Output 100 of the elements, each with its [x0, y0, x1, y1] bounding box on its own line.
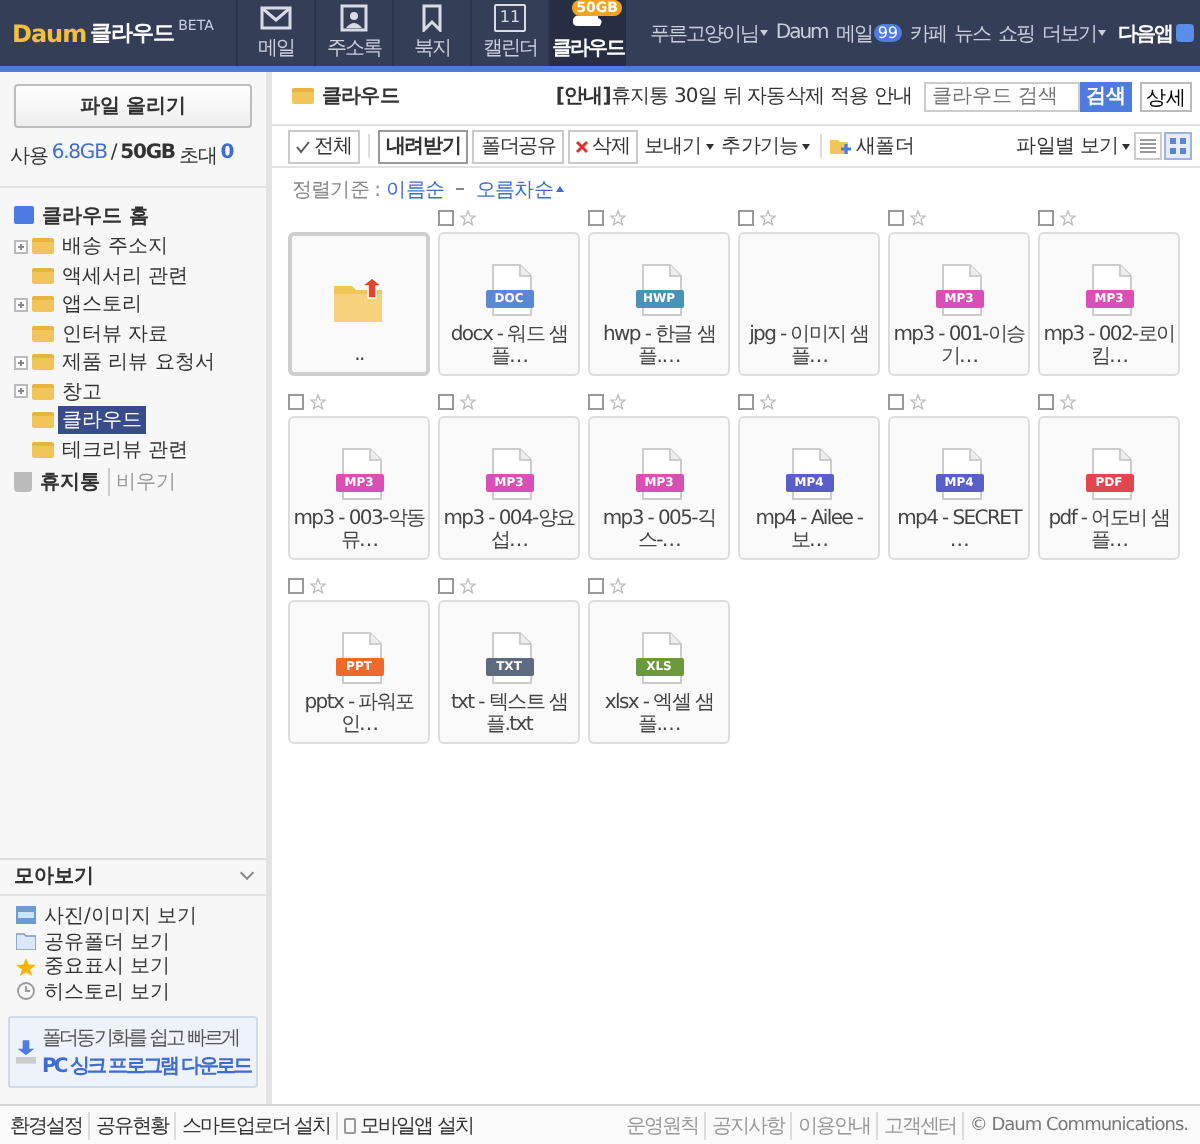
header-link[interactable]: 더보기 [1042, 19, 1106, 47]
star-icon[interactable] [910, 210, 926, 226]
star-icon[interactable] [310, 394, 326, 410]
star-icon[interactable] [760, 394, 776, 410]
checkbox[interactable] [438, 578, 454, 594]
total-storage: 50GB [120, 142, 175, 168]
share-folder-button[interactable]: 폴더공유 [472, 129, 565, 163]
footer-link[interactable]: 공유현황 [88, 1111, 174, 1139]
tree-item[interactable]: 휴지통 [40, 468, 100, 496]
detail-search-button[interactable]: 상세 [1140, 81, 1192, 111]
checkbox[interactable] [588, 578, 604, 594]
checkbox[interactable] [738, 394, 754, 410]
expand-icon[interactable] [14, 239, 28, 254]
invite-label: 초대 [178, 144, 217, 170]
tree-item[interactable]: 클라우드 [58, 406, 146, 435]
delete-button[interactable]: 삭제 [568, 129, 638, 163]
tree-item[interactable]: 배송 주소지 [58, 232, 173, 261]
dropdown-menu[interactable]: 추가기능 [719, 132, 813, 160]
tree-item[interactable]: 창고 [58, 377, 106, 406]
checkbox[interactable] [738, 210, 754, 226]
collection-link[interactable]: 사진/이미지 보기 [44, 901, 198, 930]
header-link[interactable]: 메일 99 [835, 19, 902, 47]
calendar-icon: 11 [494, 4, 526, 32]
app-link[interactable]: 다음앱 [1118, 19, 1194, 47]
star-icon[interactable] [1060, 394, 1076, 410]
notice-link[interactable]: [안내]휴지통 30일 뒤 자동삭제 적용 안내 [555, 82, 912, 110]
star-icon[interactable] [460, 210, 476, 226]
expand-icon[interactable] [14, 297, 28, 312]
close-icon [576, 137, 589, 155]
sort-option[interactable]: 이름순 [386, 175, 444, 203]
user-menu[interactable]: 푸른고양이님 [649, 19, 768, 47]
checkbox[interactable] [1038, 210, 1054, 226]
tree-item[interactable]: 제품 리뷰 요청서 [58, 348, 219, 377]
file-name: docx - 워드 샘플… [448, 324, 570, 368]
tree-item[interactable]: 인터뷰 자료 [58, 319, 173, 348]
checkbox[interactable] [1038, 394, 1054, 410]
star-icon[interactable] [610, 394, 626, 410]
header-link[interactable]: 쇼핑 [998, 19, 1034, 47]
star-icon[interactable] [910, 394, 926, 410]
expand-icon[interactable] [14, 355, 28, 370]
checkbox[interactable] [438, 210, 454, 226]
dropdown-menu[interactable]: 보내기 [641, 132, 716, 160]
file-name: mp4 - Ailee - 보… [753, 508, 865, 552]
checkbox[interactable] [288, 578, 304, 594]
checkbox[interactable] [588, 210, 604, 226]
contact-card-icon [338, 4, 370, 32]
search-button[interactable]: 검색 [1080, 81, 1132, 111]
file-name: jpg - 이미지 샘플… [747, 324, 871, 368]
trash-icon [14, 472, 32, 492]
tree-item[interactable]: 테크리뷰 관련 [58, 435, 193, 464]
view-toggle[interactable] [1164, 132, 1192, 160]
file-card[interactable]: jpg - 이미지 샘플… [738, 232, 880, 376]
file-name: mp3 - 004-양요섭… [442, 508, 576, 552]
folder-up-icon [333, 278, 385, 322]
collection-header[interactable]: 모아보기 [0, 859, 266, 896]
folder-icon [32, 296, 54, 313]
star-icon[interactable] [610, 578, 626, 594]
download-banner[interactable]: 폴더동기화를 쉽고 빠르게 PC 싱크 프로그램 다운로드 [8, 1016, 258, 1088]
new-folder-button[interactable]: 새폴더 [830, 132, 914, 160]
file-card[interactable]: .. [288, 232, 430, 376]
logo[interactable]: Daum [12, 19, 87, 47]
tree-item[interactable]: 앱스토리 [58, 290, 146, 319]
download-button[interactable]: 내려받기 [377, 129, 469, 163]
collection-link[interactable]: 중요표시 보기 [44, 952, 171, 981]
nav-tab[interactable]: 북지 [392, 0, 470, 66]
banner-link[interactable]: PC 싱크 프로그램 다운로드 [42, 1052, 251, 1080]
footer-link[interactable]: 스마트업로더 설치 [174, 1111, 337, 1139]
collection-link[interactable]: 히스토리 보기 [44, 977, 171, 1006]
expand-icon[interactable] [14, 384, 28, 399]
usage-label: 사용 [10, 144, 48, 170]
star-icon[interactable] [310, 578, 326, 594]
search-field[interactable]: 클라우드 검색 [924, 81, 1080, 111]
header-link[interactable]: 카페 [910, 19, 946, 47]
select-all-button[interactable]: 전체 [288, 129, 360, 163]
nav-tab[interactable]: 메일 [236, 0, 314, 66]
checkbox[interactable] [288, 394, 304, 410]
upload-button[interactable]: 파일 올리기 [14, 84, 252, 128]
file-name: mp3 - 005-긱스-… [600, 508, 718, 552]
tree-item[interactable]: 클라우드 홈 [42, 201, 149, 229]
checkbox[interactable] [588, 394, 604, 410]
tree-item[interactable]: 액세서리 관련 [58, 261, 193, 290]
checkbox[interactable] [438, 394, 454, 410]
header-link[interactable]: Daum [775, 22, 828, 44]
folder-icon [32, 325, 54, 342]
nav-tab[interactable]: 주소록 [314, 0, 392, 66]
checkbox[interactable] [888, 210, 904, 226]
star-icon[interactable] [760, 210, 776, 226]
footer-link[interactable]: 모바일앱 설치 [336, 1111, 479, 1139]
star-icon[interactable] [610, 210, 626, 226]
used-storage: 6.8GB [51, 142, 107, 168]
footer-link[interactable]: 환경설정 [6, 1111, 88, 1139]
star-icon[interactable] [460, 394, 476, 410]
checkbox[interactable] [888, 394, 904, 410]
sort-order[interactable]: 오름차순 [475, 175, 565, 203]
header-link[interactable]: 뉴스 [954, 19, 990, 47]
collection-link[interactable]: 공유폴더 보기 [44, 927, 171, 956]
view-toggle[interactable] [1134, 132, 1162, 160]
star-icon[interactable] [1060, 210, 1076, 226]
star-icon[interactable] [460, 578, 476, 594]
folder-title: 클라우드 [322, 84, 399, 110]
